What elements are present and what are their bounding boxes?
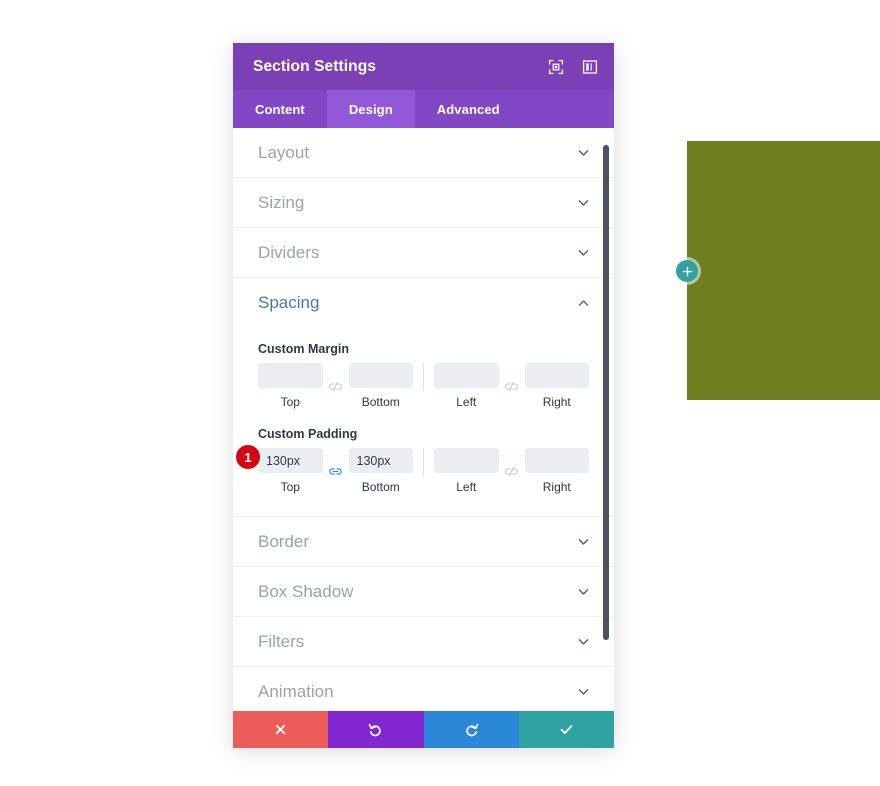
section-toggle-filters[interactable]: Filters (233, 617, 614, 667)
spacing-settings-panel: Custom Margin Top Bottom Left Right Cust… (233, 328, 614, 517)
section-toggle-label: Animation (258, 681, 334, 701)
padding-bottom-input[interactable]: 130px (348, 448, 413, 473)
margin-group-divider (423, 363, 424, 391)
undo-arrow-icon (369, 723, 382, 737)
modal-header-actions (548, 59, 598, 75)
custom-margin-controls: Top Bottom Left Right (258, 363, 589, 409)
padding-left-cell: Left (434, 448, 499, 494)
margin-horizontal-link-toggle[interactable] (499, 374, 525, 399)
custom-margin-label: Custom Margin (258, 342, 349, 356)
padding-vertical-link-toggle[interactable] (323, 459, 349, 484)
chevron-down-icon (578, 250, 589, 256)
padding-top-caption: Top (280, 480, 300, 494)
section-toggle-dividers[interactable]: Dividers (233, 228, 614, 278)
check-icon (560, 725, 573, 734)
section-toggle-spacing[interactable]: Spacing (233, 278, 614, 328)
redo-button[interactable] (423, 711, 519, 748)
margin-top-input[interactable] (258, 363, 323, 388)
padding-top-input[interactable]: 130px (258, 448, 323, 473)
chevron-down-icon (578, 589, 589, 595)
chevron-down-icon (578, 150, 589, 156)
chevron-down-icon (578, 639, 589, 645)
modal-scrollbar[interactable] (602, 128, 612, 711)
section-toggle-label: Layout (258, 142, 310, 162)
section-settings-modal: Section Settings Content Design Advanced… (233, 43, 614, 748)
tab-design[interactable]: Design (326, 90, 415, 128)
padding-vertical-pair: 130px Top 130px Bottom (258, 448, 413, 494)
section-toggle-box-shadow[interactable]: Box Shadow (233, 567, 614, 617)
padding-horizontal-link-toggle[interactable] (499, 459, 525, 484)
margin-left-input[interactable] (434, 363, 499, 388)
margin-top-caption: Top (280, 395, 300, 409)
padding-right-cell: Right (524, 448, 589, 494)
margin-top-cell: Top (258, 363, 323, 409)
modal-header: Section Settings (233, 43, 614, 90)
cancel-button[interactable] (233, 711, 329, 748)
chevron-down-icon (578, 200, 589, 206)
panel-layout-icon[interactable] (582, 59, 598, 75)
margin-bottom-caption: Bottom (361, 395, 400, 409)
modal-footer (233, 711, 614, 748)
broken-link-icon (505, 466, 518, 476)
tab-advanced[interactable]: Advanced (415, 90, 522, 128)
padding-right-input[interactable] (524, 448, 589, 473)
save-button[interactable] (518, 711, 614, 748)
add-section-button[interactable] (676, 260, 698, 282)
broken-link-icon (329, 381, 342, 391)
margin-right-cell: Right (524, 363, 589, 409)
section-toggle-border[interactable]: Border (233, 517, 614, 567)
margin-vertical-link-toggle[interactable] (323, 374, 349, 399)
section-toggle-label: Box Shadow (258, 581, 354, 601)
padding-group-divider (423, 448, 424, 476)
tab-content[interactable]: Content (233, 90, 327, 128)
padding-left-caption: Left (456, 480, 477, 494)
focus-target-icon[interactable] (548, 59, 564, 75)
custom-padding-controls: 130px Top 130px Bottom Left Right (258, 448, 589, 494)
chevron-down-icon (578, 689, 589, 695)
padding-bottom-cell: 130px Bottom (348, 448, 413, 494)
section-toggle-sizing[interactable]: Sizing (233, 178, 614, 228)
padding-right-caption: Right (542, 480, 571, 494)
custom-padding-label: Custom Padding (258, 427, 358, 441)
broken-link-icon (505, 381, 518, 391)
page-section-block[interactable] (687, 141, 880, 400)
section-toggle-label: Filters (258, 631, 305, 651)
margin-vertical-pair: Top Bottom (258, 363, 413, 409)
modal-scrollbar-thumb[interactable] (603, 145, 609, 640)
margin-horizontal-pair: Left Right (434, 363, 589, 409)
page-title: Section Settings (253, 57, 377, 75)
section-toggle-label: Border (258, 531, 310, 551)
margin-left-cell: Left (434, 363, 499, 409)
section-toggle-layout[interactable]: Layout (233, 128, 614, 178)
section-toggle-label: Dividers (258, 242, 320, 262)
chevron-up-icon (578, 299, 589, 306)
modal-tab-bar: Content Design Advanced (233, 90, 614, 128)
margin-bottom-input[interactable] (348, 363, 413, 388)
padding-top-cell: 130px Top (258, 448, 323, 494)
margin-right-input[interactable] (524, 363, 589, 388)
close-x-icon (275, 724, 286, 735)
settings-scroll-area: Layout Sizing Dividers Spacing Custom Ma… (233, 128, 614, 711)
plus-icon (682, 266, 692, 276)
margin-right-caption: Right (542, 395, 571, 409)
undo-button[interactable] (328, 711, 424, 748)
step-badge-1: 1 (236, 445, 260, 469)
modal-body: Layout Sizing Dividers Spacing Custom Ma… (233, 128, 614, 711)
section-toggle-animation[interactable]: Animation (233, 667, 614, 711)
section-toggle-label: Spacing (258, 293, 320, 312)
margin-bottom-cell: Bottom (348, 363, 413, 409)
margin-left-caption: Left (456, 395, 477, 409)
section-toggle-label: Sizing (258, 192, 305, 212)
padding-left-input[interactable] (434, 448, 499, 473)
chevron-down-icon (578, 539, 589, 545)
linked-chain-icon (329, 467, 342, 475)
redo-arrow-icon (465, 723, 478, 737)
padding-bottom-caption: Bottom (361, 480, 400, 494)
padding-horizontal-pair: Left Right (434, 448, 589, 494)
